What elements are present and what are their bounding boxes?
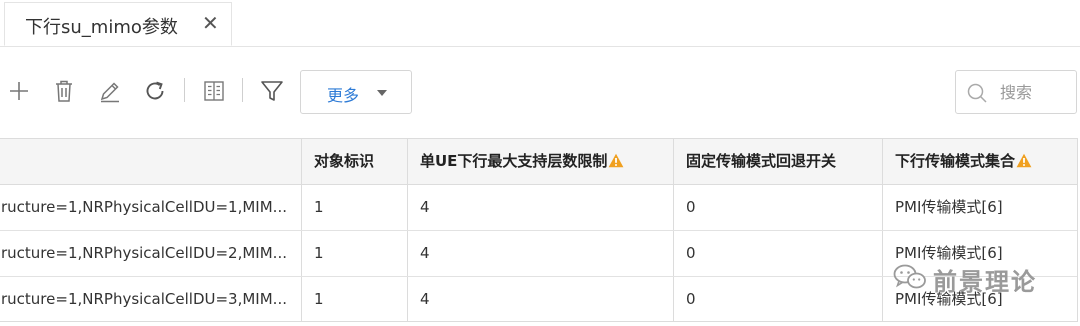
search-icon [967, 83, 987, 103]
column-header-max-layers[interactable]: 单UE下行最大支持层数限制 [407, 139, 673, 184]
table-cell: PMI传输模式[6] [882, 185, 1077, 230]
column-header-dn[interactable] [0, 139, 301, 184]
column-header-label: 下行传输模式集合 [895, 152, 1016, 170]
table-cell: 4 [407, 277, 673, 322]
close-icon[interactable]: ✕ [202, 11, 219, 35]
column-header-fallback-switch[interactable]: 固定传输模式回退开关 [673, 139, 882, 184]
refresh-icon[interactable] [142, 78, 168, 104]
toolbar-separator [184, 78, 185, 102]
table-cell: ructure=1,NRPhysicalCellDU=1,MIM... [1, 198, 287, 216]
watermark-text: 前景理论 [933, 268, 1037, 296]
toolbar-separator [242, 78, 243, 102]
column-header-label: 对象标识 [314, 152, 375, 170]
search-input[interactable] [1000, 79, 1072, 105]
table-cell: 1 [301, 277, 407, 322]
toolbar: 更多 [0, 68, 1080, 116]
table-cell: 0 [673, 185, 882, 230]
wechat-logo-icon [893, 264, 926, 289]
warning-icon [1016, 153, 1032, 168]
more-dropdown-button[interactable]: 更多 [300, 70, 412, 114]
table-row[interactable]: ructure=1,NRPhysicalCellDU=1,MIM... 1 4 … [0, 185, 1077, 231]
more-label: 更多 [327, 86, 360, 105]
table-cell: ructure=1,NRPhysicalCellDU=2,MIM... [1, 244, 287, 262]
table-cell: 0 [673, 277, 882, 322]
columns-icon[interactable] [201, 78, 227, 104]
tab-label: 下行su_mimo参数 [25, 17, 178, 38]
table-cell: 4 [407, 231, 673, 276]
table-cell: 1 [301, 185, 407, 230]
column-header-label: 单UE下行最大支持层数限制 [420, 152, 608, 170]
tab-bar: 下行su_mimo参数 ✕ [0, 0, 1080, 47]
table-cell: 0 [673, 231, 882, 276]
filter-icon[interactable] [259, 78, 285, 104]
column-header-tx-mode-set[interactable]: 下行传输模式集合 [882, 139, 1077, 184]
table-cell: 4 [407, 185, 673, 230]
watermark: 前景理论 [893, 262, 1063, 296]
caret-down-icon [377, 90, 387, 96]
edit-pencil-icon[interactable] [97, 78, 123, 104]
tab-downlink-su-mimo[interactable]: 下行su_mimo参数 ✕ [4, 2, 232, 46]
column-header-label: 固定传输模式回退开关 [686, 152, 837, 170]
plus-icon[interactable] [6, 78, 32, 104]
column-header-object-id[interactable]: 对象标识 [301, 139, 407, 184]
warning-icon [609, 153, 624, 168]
table-cell: 1 [301, 231, 407, 276]
table-cell: ructure=1,NRPhysicalCellDU=3,MIM... [1, 290, 287, 308]
trash-icon[interactable] [51, 78, 77, 104]
search-box[interactable] [955, 70, 1077, 114]
table-header: 对象标识 单UE下行最大支持层数限制 固定传输模式回退开关 下行传输模式集合 [0, 139, 1077, 185]
data-table: 对象标识 单UE下行最大支持层数限制 固定传输模式回退开关 下行传输模式集合 r… [0, 138, 1078, 322]
